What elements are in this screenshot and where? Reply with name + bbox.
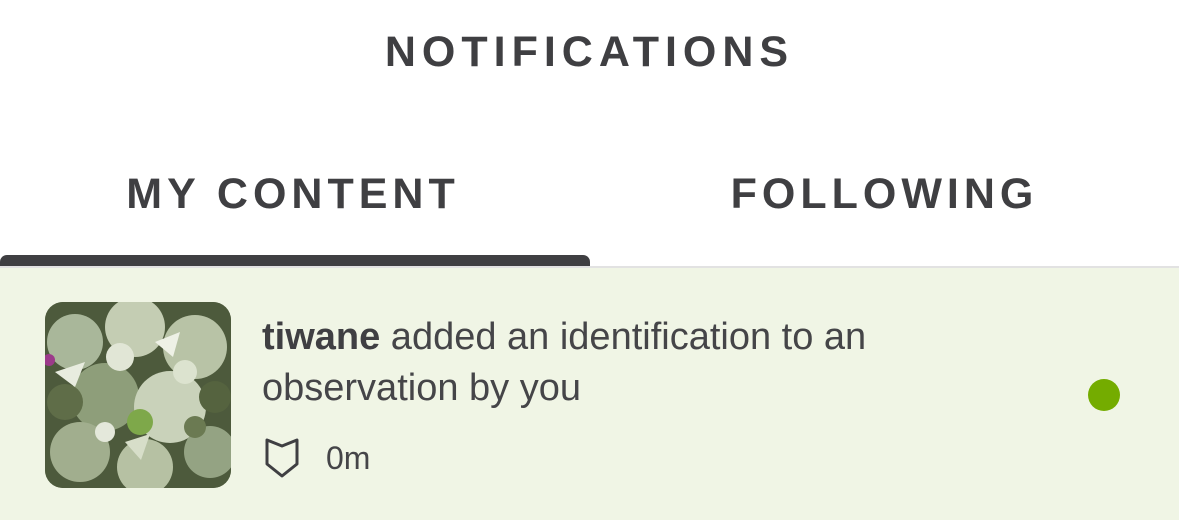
tab-following-label: FOLLOWING — [730, 170, 1039, 218]
notification-item[interactable]: tiwane added an identification to an obs… — [0, 268, 1179, 520]
unread-indicator — [1088, 379, 1120, 411]
notifications-screen: NOTIFICATIONS MY CONTENT FOLLOWING tiwan… — [0, 0, 1179, 520]
tab-my-content[interactable]: MY CONTENT — [0, 160, 590, 268]
tab-bar: MY CONTENT FOLLOWING — [0, 160, 1179, 268]
notification-meta: 0m — [262, 436, 370, 480]
page-title: NOTIFICATIONS — [384, 28, 795, 76]
notification-time: 0m — [326, 440, 371, 476]
tab-following[interactable]: FOLLOWING — [590, 160, 1179, 268]
tab-my-content-label: MY CONTENT — [126, 170, 460, 218]
notification-username: tiwane — [262, 316, 381, 358]
notification-message: tiwane added an identification to an obs… — [262, 312, 1022, 414]
identification-shield-icon — [265, 438, 299, 478]
plant-photo-image — [45, 302, 231, 488]
observation-thumbnail — [45, 302, 231, 488]
